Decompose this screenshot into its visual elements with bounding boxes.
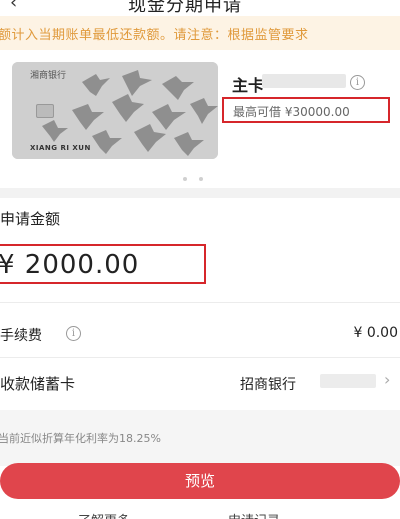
credit-limit-text: 最高可借 ¥30000.00 bbox=[233, 105, 350, 119]
fee-value: ¥ 0.00 bbox=[353, 325, 398, 341]
amount-input[interactable]: ¥ 2000.00 bbox=[0, 244, 206, 284]
info-icon[interactable]: i bbox=[66, 326, 81, 341]
amount-label: 申请金额 bbox=[0, 210, 61, 228]
masked-account-number bbox=[320, 374, 376, 388]
info-icon[interactable]: i bbox=[350, 75, 365, 90]
bottom-links: 了解更多 申请记录 bbox=[0, 508, 400, 519]
chevron-right-icon: › bbox=[384, 370, 391, 389]
section-gap bbox=[0, 188, 400, 198]
account-bank-name: 招商银行 bbox=[240, 377, 296, 393]
notice-banner: 额计入当期账单最低还款额。请注意：根据监管要求 bbox=[0, 16, 400, 50]
learn-more-link[interactable]: 了解更多 bbox=[78, 510, 130, 519]
back-arrow-icon[interactable]: ‹ bbox=[10, 0, 17, 13]
receiving-account-row[interactable]: 收款储蓄卡 招商银行 › bbox=[0, 360, 400, 404]
divider bbox=[0, 357, 400, 358]
interest-rate-note: 当前近似折算年化利率为18.25% bbox=[0, 432, 161, 445]
amount-value: ¥ 2000.00 bbox=[0, 250, 140, 280]
credit-limit-highlight: 最高可借 ¥30000.00 bbox=[222, 97, 390, 123]
account-label: 收款储蓄卡 bbox=[0, 375, 76, 393]
card-chip bbox=[36, 104, 54, 118]
amount-section: 申请金额 ¥ 2000.00 bbox=[0, 198, 400, 302]
fee-row: 手续费 i ¥ 0.00 bbox=[0, 312, 400, 356]
card-type-label: 主卡 bbox=[232, 76, 265, 95]
divider bbox=[0, 302, 400, 303]
fee-label: 手续费 bbox=[0, 328, 42, 344]
preview-button[interactable]: 预览 bbox=[0, 463, 400, 499]
masked-card-number bbox=[262, 74, 346, 88]
carousel-dot bbox=[199, 177, 203, 181]
card-bank-logo: 湘商银行 bbox=[30, 71, 67, 81]
card-holder-name: XIANG RI XUN bbox=[30, 144, 91, 152]
notice-text: 额计入当期账单最低还款额。请注意：根据监管要求 bbox=[0, 28, 309, 43]
card-section: 湘商银行 XIANG RI XUN 主卡 i 最高可借 ¥30000.00 bbox=[0, 50, 400, 188]
carousel-dot bbox=[183, 177, 187, 181]
top-nav-bar: ‹ 现金分期申请 bbox=[0, 0, 400, 16]
credit-card-image[interactable]: 湘商银行 XIANG RI XUN bbox=[12, 62, 218, 159]
page-title: 现金分期申请 bbox=[128, 0, 242, 16]
carousel-dots bbox=[183, 166, 215, 185]
application-records-link[interactable]: 申请记录 bbox=[228, 510, 280, 519]
